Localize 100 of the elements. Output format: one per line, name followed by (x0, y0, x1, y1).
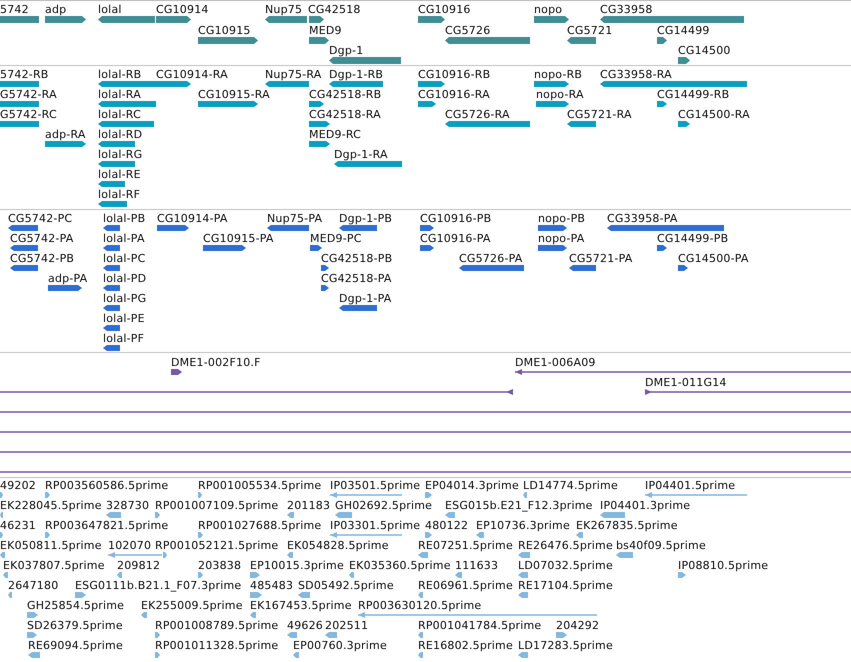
feature-label: CG10916-RB (418, 68, 490, 80)
feature-label: EK037807.5prime (3, 558, 105, 572)
feature-label: SD26379.5prime (27, 618, 123, 632)
feature-label: 203838 (198, 558, 242, 572)
feature-label: Nup75 (265, 3, 302, 16)
feature-label: EP00760.3prime (293, 638, 387, 652)
feature-label: lolal-RC (98, 108, 141, 120)
feature-label: RE06961.5prime (418, 578, 513, 592)
feature-label: Dgp-1-PA (339, 292, 392, 304)
feature-label: EP10015.3prime (250, 558, 344, 572)
feature-label: CG10916-PA (420, 232, 491, 244)
feature-label: IP08810.5prime (678, 558, 768, 572)
feature-label: CG10915-RA (198, 88, 270, 100)
feature-label: CG14499-PB (657, 232, 728, 244)
feature-label: EK228045.5prime (0, 498, 102, 512)
feature-label: RE16802.5prime (418, 638, 513, 652)
feature-label: G5742-RA (0, 88, 57, 100)
feature-label: CG10915-PA (203, 232, 274, 244)
feature-label: IP04401.3prime (600, 498, 690, 512)
feature-label: RE07251.5prime (418, 538, 513, 552)
feature-label: RE17104.5prime (518, 578, 613, 592)
feature-label: EK035360.5prime (349, 558, 451, 572)
feature-label: lolal-PB (103, 212, 146, 224)
feature-label: CG14500-RA (678, 108, 750, 120)
feature-label: Dgp-1-PB (339, 212, 392, 224)
feature-label: lolal-PE (103, 312, 145, 324)
feature-label: RE69094.5prime (28, 638, 123, 652)
feature-label: lolal-RA (98, 88, 141, 100)
feature-label: adp-RA (45, 128, 86, 140)
feature-label: CG5742-PB (10, 252, 74, 264)
feature-label: lolal-RD (98, 128, 142, 140)
feature-label: RP003647821.5prime (45, 518, 168, 532)
feature-label: lolal (98, 3, 122, 16)
feature-label: EP10736.3prime (476, 518, 570, 532)
feature-label: IP04401.5prime (645, 478, 736, 492)
feature-label: CG10914 (156, 3, 209, 16)
feature-label: G5742-RC (0, 108, 57, 120)
feature-label: 49626 (287, 618, 323, 632)
feature-label: CG42518-PB (321, 252, 392, 264)
feature-label: lolal-PC (103, 252, 146, 264)
feature-label: CG42518 (308, 3, 361, 16)
feature-label: CG42518-PA (321, 272, 392, 284)
feature-label: GH25854.5prime (27, 598, 124, 612)
feature-label: RP001052121.5prime (155, 538, 278, 552)
feature-label: GH02692.5prime (335, 498, 432, 512)
feature-label: lolal-RG (98, 148, 142, 160)
feature-label: EK050811.5prime (0, 538, 102, 552)
feature-label: CG5742-PA (10, 232, 74, 244)
feature-label: 485483 (250, 578, 294, 592)
feature-label: 49202 (0, 478, 36, 492)
feature-label: CG10916 (418, 3, 471, 16)
feature-label: MED9 (309, 24, 342, 37)
feature-label: 102070 (108, 538, 152, 552)
feature-label: Nup75-RA (265, 68, 322, 80)
feature-label: nopo-PA (538, 232, 584, 244)
feature-label: RP001041784.5prime (418, 618, 542, 632)
feature-label: RP001007109.5prime (155, 498, 278, 512)
feature-label: IP03301.5prime (330, 518, 420, 532)
feature-label: Dgp-1 (329, 44, 364, 58)
feature-label: RE26476.5prime (518, 538, 613, 552)
feature-label: MED9-RC (309, 128, 362, 140)
feature-label: EK054828.5prime (287, 538, 389, 552)
feature-label: Dgp-1-RA (334, 148, 388, 160)
feature-label: LD07032.5prime (518, 558, 613, 572)
feature-label: ESG0111b.B21.1_F07.3prime (75, 578, 242, 592)
feature-label: 5742 (0, 3, 29, 16)
feature-label: CG42518-RA (309, 108, 381, 120)
feature-label: 480122 (425, 518, 468, 532)
feature-label: lolal-RB (98, 68, 142, 80)
feature-label: CG33958-RA (600, 68, 672, 80)
feature-label: lolal-PF (103, 332, 144, 344)
feature-label: DME1-002F10.F (171, 356, 261, 368)
feature-label: lolal-RE (98, 168, 141, 180)
feature-label: CG5726-PA (459, 252, 522, 264)
feature-label: CG10914-PA (157, 212, 228, 224)
feature-label: IP03501.5prime (330, 478, 420, 492)
feature-label: 46231 (0, 518, 36, 532)
feature-label: 5742-RB (0, 68, 49, 80)
feature-label: EK255009.5prime (141, 598, 243, 612)
feature-label: 204292 (556, 618, 600, 632)
feature-label: RP003560586.5prime (45, 478, 168, 492)
feature-label: EK167453.5prime (250, 598, 352, 612)
feature-label: DME1-006A09 (515, 356, 596, 368)
feature-label: RP003630120.5prime (358, 598, 482, 612)
feature-label: LD14774.5prime (523, 478, 618, 492)
feature-label: CG10916-PB (420, 212, 492, 224)
feature-label: CG10915 (198, 24, 251, 37)
feature-label: CG42518-RB (309, 88, 382, 100)
feature-label: CG10916-RA (418, 88, 490, 100)
feature-label: 328730 (106, 498, 150, 512)
feature-label: nopo-PB (538, 212, 586, 224)
feature-label: RP001027688.5prime (198, 518, 322, 532)
feature-label: CG14499 (657, 24, 710, 37)
feature-label: 201183 (287, 498, 330, 512)
feature-label: nopo (534, 3, 562, 16)
feature-label: lolal-PA (103, 232, 145, 244)
feature-label: CG5721-PA (569, 252, 632, 264)
feature-label: adp-PA (48, 272, 88, 284)
feature-label: CG5721 (567, 24, 612, 37)
feature-label: lolal-PD (103, 272, 146, 284)
